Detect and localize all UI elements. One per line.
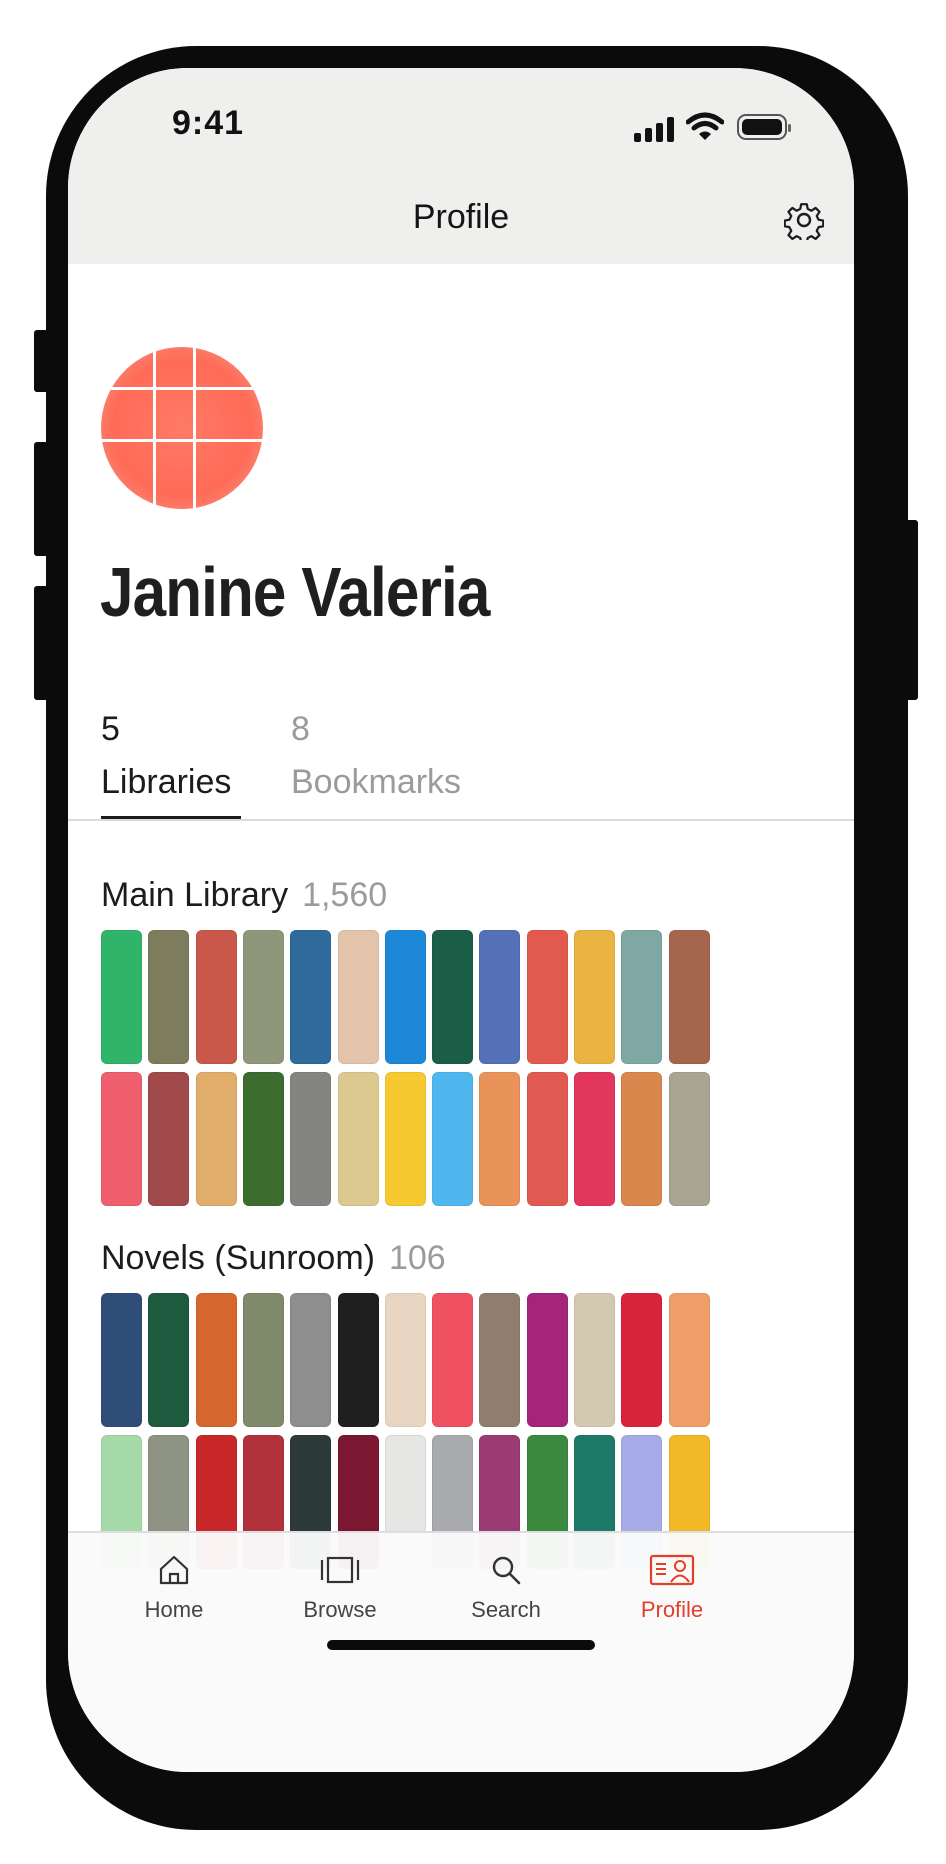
phone-frame: 9:41 Profile Janine Valeria 5 Libraries … — [46, 46, 908, 1830]
tabs-divider — [68, 819, 854, 821]
library-title[interactable]: Novels (Sunroom) 106 — [101, 1239, 446, 1278]
book-spine[interactable] — [526, 1072, 568, 1206]
library-count: 106 — [388, 1239, 446, 1277]
book-spine[interactable] — [242, 1293, 284, 1427]
book-spine[interactable] — [290, 930, 332, 1064]
tab-label: Search — [471, 1597, 541, 1622]
home-icon — [159, 1555, 189, 1585]
book-spine[interactable] — [526, 1293, 568, 1427]
book-spine[interactable] — [384, 1072, 426, 1206]
screen: 9:41 Profile Janine Valeria 5 Libraries … — [68, 68, 854, 1772]
book-spine[interactable] — [432, 1293, 474, 1427]
tab-browse[interactable]: Browse — [260, 1553, 420, 1623]
book-spine[interactable] — [101, 930, 142, 1064]
cellular-signal-icon — [634, 116, 676, 142]
avatar[interactable] — [101, 347, 263, 509]
gear-icon[interactable] — [784, 200, 824, 240]
profile-icon — [649, 1554, 695, 1586]
book-spine[interactable] — [574, 1072, 615, 1206]
book-spine[interactable] — [337, 930, 379, 1064]
book-spine[interactable] — [621, 1072, 663, 1206]
book-spine[interactable] — [526, 930, 568, 1064]
book-spine[interactable] — [574, 930, 615, 1064]
tab-libraries[interactable]: 5 Libraries — [101, 710, 231, 802]
tab-bookmarks[interactable]: 8 Bookmarks — [291, 710, 461, 802]
book-spine[interactable] — [479, 1072, 521, 1206]
tab-search[interactable]: Search — [426, 1553, 586, 1623]
search-icon — [492, 1556, 521, 1585]
book-spine[interactable] — [290, 1293, 332, 1427]
libraries-label: Libraries — [101, 763, 232, 801]
tab-profile[interactable]: Profile — [592, 1553, 752, 1623]
book-spine[interactable] — [148, 1072, 190, 1206]
page-title: Profile — [412, 198, 510, 236]
book-spine[interactable] — [668, 1072, 710, 1206]
book-spine[interactable] — [384, 1293, 426, 1427]
profile-name: Janine Valeria — [100, 553, 490, 631]
tab-home[interactable]: Home — [94, 1553, 254, 1623]
book-spine[interactable] — [148, 1293, 190, 1427]
book-spine[interactable] — [195, 1293, 237, 1427]
book-spine[interactable] — [574, 1293, 615, 1427]
book-spine[interactable] — [195, 930, 237, 1064]
library-name: Main Library — [101, 876, 289, 914]
wifi-icon — [686, 112, 724, 140]
tab-label: Home — [144, 1597, 204, 1622]
book-spine[interactable] — [432, 1072, 474, 1206]
bottom-tab-bar: Home Browse Search Profile — [68, 1531, 854, 1772]
browse-icon — [320, 1556, 360, 1584]
bookmarks-count: 8 — [291, 710, 310, 748]
book-spine[interactable] — [337, 1072, 379, 1206]
library-name: Novels (Sunroom) — [101, 1239, 375, 1277]
book-spine[interactable] — [337, 1293, 379, 1427]
book-spine[interactable] — [432, 930, 474, 1064]
book-spine[interactable] — [101, 1072, 142, 1206]
book-spine[interactable] — [479, 1293, 521, 1427]
bookmarks-label: Bookmarks — [291, 763, 462, 801]
book-spine[interactable] — [148, 930, 190, 1064]
header: 9:41 Profile — [68, 68, 854, 264]
library-count: 1,560 — [302, 876, 388, 914]
book-spine[interactable] — [479, 930, 521, 1064]
book-spine[interactable] — [195, 1072, 237, 1206]
book-spine[interactable] — [668, 1293, 710, 1427]
book-spine[interactable] — [384, 930, 426, 1064]
book-spine[interactable] — [621, 1293, 663, 1427]
tab-label: Profile — [640, 1597, 704, 1622]
tab-label: Browse — [303, 1597, 377, 1622]
book-spine[interactable] — [242, 1072, 284, 1206]
library-title[interactable]: Main Library 1,560 — [101, 876, 387, 915]
book-spine[interactable] — [242, 930, 284, 1064]
battery-icon — [737, 114, 791, 140]
libraries-count: 5 — [101, 710, 120, 748]
book-spine[interactable] — [290, 1072, 332, 1206]
book-spine[interactable] — [101, 1293, 142, 1427]
book-spine[interactable] — [621, 930, 663, 1064]
book-spine[interactable] — [668, 930, 710, 1064]
home-indicator — [327, 1640, 595, 1650]
status-time: 9:41 — [172, 104, 245, 142]
